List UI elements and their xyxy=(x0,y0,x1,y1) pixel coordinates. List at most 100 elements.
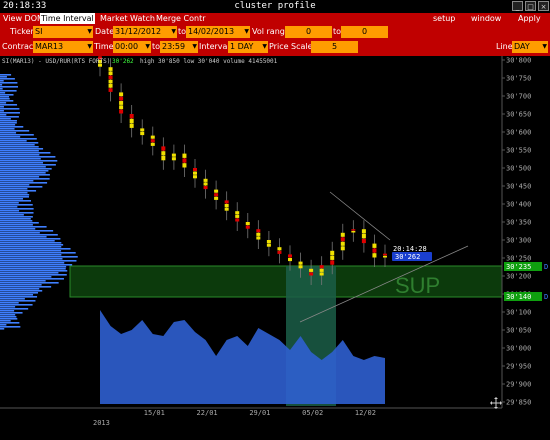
profile-bar xyxy=(0,180,34,182)
price-tick-label: 30'250 xyxy=(506,255,531,263)
line-select[interactable]: DAY ▼ xyxy=(512,41,548,53)
minimize-button[interactable]: _ xyxy=(512,1,523,11)
candle-cluster xyxy=(277,250,282,254)
price-tick-label: 30'100 xyxy=(506,309,531,317)
profile-bar xyxy=(0,212,34,214)
profile-bar xyxy=(0,264,73,266)
menu-setup[interactable]: setup xyxy=(432,13,456,24)
profile-bar xyxy=(0,134,34,136)
profile-bar xyxy=(0,326,21,328)
price-tick-label: 30'050 xyxy=(506,327,531,335)
profile-bar xyxy=(0,220,33,222)
candle-cluster xyxy=(203,178,208,182)
menu-market-watch[interactable]: Market Watch xyxy=(99,13,156,24)
candle-cluster xyxy=(119,109,124,114)
profile-bar xyxy=(0,308,29,310)
profile-bar xyxy=(0,276,52,278)
price-tick-label: 29'900 xyxy=(506,381,531,389)
maximize-button[interactable]: □ xyxy=(525,1,536,11)
close-button[interactable]: × xyxy=(538,1,549,11)
candle-cluster xyxy=(266,240,271,244)
time-from-select[interactable]: 00:00 ▼ xyxy=(113,41,151,53)
candle-cluster xyxy=(108,75,113,80)
menu-apply[interactable]: Apply xyxy=(517,13,542,24)
cursor-price: 30'262 xyxy=(395,253,420,261)
candle-cluster xyxy=(235,211,240,215)
profile-bar xyxy=(0,306,16,308)
price-tick-label: 29'950 xyxy=(506,363,531,371)
profile-bar xyxy=(0,320,11,322)
candle-cluster xyxy=(214,189,219,193)
vol-to-input[interactable]: 0 xyxy=(341,26,388,38)
candle-cluster xyxy=(119,92,124,97)
candle-cluster xyxy=(119,101,124,105)
profile-bar xyxy=(0,152,51,154)
candle-cluster xyxy=(214,196,219,200)
profile-bar xyxy=(0,232,40,234)
date-to-select[interactable]: 14/02/2013 ▼ xyxy=(186,26,250,38)
candle-cluster xyxy=(108,71,113,76)
profile-bar xyxy=(0,258,63,260)
candle-cluster xyxy=(361,229,366,234)
profile-bar xyxy=(0,198,24,200)
menu-merge-contr[interactable]: Merge Contr xyxy=(155,13,207,24)
profile-bar xyxy=(0,96,10,98)
candle-cluster xyxy=(277,247,282,251)
candle-cluster xyxy=(383,253,387,256)
time-to-select[interactable]: 23:59 ▼ xyxy=(160,41,198,53)
time-tick-label: 29/01 xyxy=(249,409,270,417)
profile-bar xyxy=(0,324,7,326)
vol-from-input[interactable]: 0 xyxy=(285,26,332,38)
menu-view-dom[interactable]: View DOM xyxy=(2,13,45,24)
candle-cluster xyxy=(140,128,145,132)
candle-cluster xyxy=(150,142,155,146)
contract-select[interactable]: MAR13 ▼ xyxy=(33,41,93,53)
candle-cluster xyxy=(193,168,197,172)
profile-bar xyxy=(0,130,30,132)
menu-window[interactable]: window xyxy=(470,13,502,24)
price-tick-label: 30'200 xyxy=(506,273,531,281)
candle-cluster xyxy=(372,248,377,253)
interval-value: 1 DAY xyxy=(230,42,254,51)
profile-bar xyxy=(0,166,46,168)
interval-select[interactable]: 1 DAY ▼ xyxy=(228,41,268,53)
toolbar: Ticker SI ▼ Date 31/12/2012 ▼ to 14/02/2… xyxy=(0,24,550,56)
cluster-profile-chart[interactable]: SUP 30'800 30'750 30'700 30'650 30'600 30'550… xyxy=(0,56,550,440)
candle-cluster xyxy=(383,255,387,258)
profile-bar xyxy=(0,86,19,88)
profile-bar xyxy=(0,216,33,218)
price-scale-input[interactable]: 5 xyxy=(311,41,358,53)
profile-bar xyxy=(0,148,44,150)
candle-cluster xyxy=(182,153,187,158)
price-tick-label: 30'650 xyxy=(506,111,531,119)
candle-cluster xyxy=(245,225,250,229)
profile-bar xyxy=(0,244,64,246)
profile-bar xyxy=(0,114,7,116)
profile-bar xyxy=(0,300,36,302)
profile-bar xyxy=(0,104,18,106)
candle-cluster xyxy=(171,157,176,161)
chevron-down-icon: ▼ xyxy=(192,43,197,50)
profile-bar xyxy=(0,112,20,114)
window-title: cluster profile xyxy=(234,1,316,11)
profile-bar xyxy=(0,184,30,186)
candle-cluster xyxy=(372,243,377,248)
candle-cluster xyxy=(203,182,208,186)
vol-to-label: to xyxy=(333,27,342,36)
menu-time-interval[interactable]: Time Interval xyxy=(40,13,95,24)
price-tick-label: 30'600 xyxy=(506,129,531,137)
candle-cluster xyxy=(330,250,335,256)
candle-cluster xyxy=(108,84,113,88)
profile-bar xyxy=(0,240,55,242)
profile-bar xyxy=(0,142,39,144)
candle-cluster xyxy=(119,105,124,110)
date-from-select[interactable]: 31/12/2012 ▼ xyxy=(113,26,177,38)
candle-cluster xyxy=(372,253,377,258)
line-value: DAY xyxy=(514,42,530,51)
price-tick-label: 30'550 xyxy=(506,147,531,155)
candle-cluster xyxy=(330,260,335,265)
profile-bar xyxy=(0,242,62,244)
cursor-time: 20:14:28 xyxy=(393,245,427,253)
profile-bar xyxy=(0,136,21,138)
ticker-select[interactable]: SI ▼ xyxy=(33,26,93,38)
